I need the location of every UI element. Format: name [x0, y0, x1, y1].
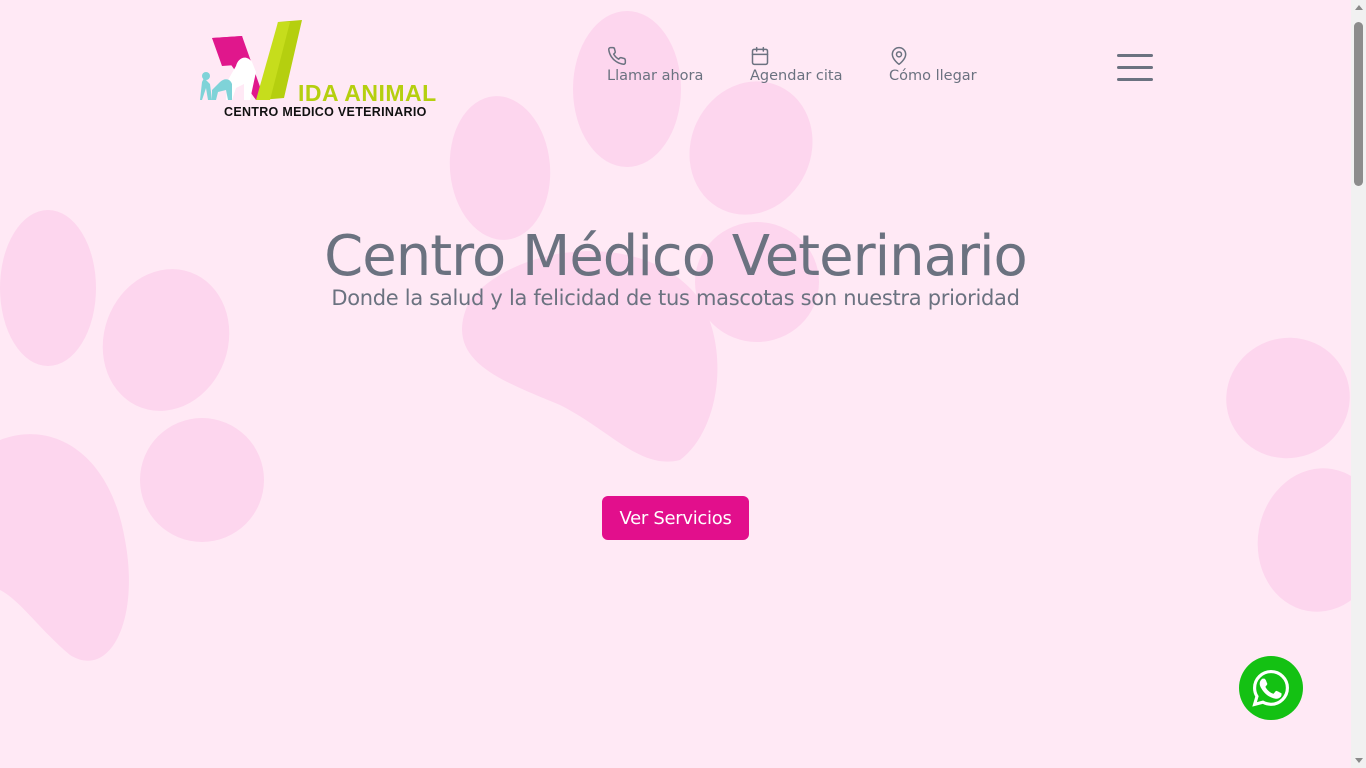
whatsapp-icon: [1252, 670, 1289, 707]
menu-line: [1117, 66, 1153, 69]
brand-subtitle: CENTRO MEDICO VETERINARIO: [224, 105, 427, 119]
nav-call-now[interactable]: Llamar ahora: [607, 46, 703, 90]
scrollbar-thumb[interactable]: [1354, 22, 1363, 186]
scroll-up-arrow-icon[interactable]: [1355, 5, 1363, 10]
site-header: IDA ANIMAL CENTRO MEDICO VETERINARIO Lla…: [0, 0, 1351, 140]
menu-line: [1117, 78, 1153, 81]
nav-schedule-appointment-label: Agendar cita: [750, 68, 843, 84]
brand-logo[interactable]: IDA ANIMAL CENTRO MEDICO VETERINARIO: [198, 18, 454, 122]
nav-directions-label: Cómo llegar: [889, 68, 977, 84]
page-scrollbar[interactable]: [1351, 0, 1366, 768]
view-services-button[interactable]: Ver Servicios: [602, 496, 749, 540]
hamburger-menu-icon[interactable]: [1117, 54, 1155, 84]
map-pin-icon: [891, 46, 907, 66]
brand-name: IDA ANIMAL: [298, 80, 437, 106]
phone-icon: [608, 46, 627, 65]
nav-directions[interactable]: Cómo llegar: [889, 46, 977, 90]
hero-title: Centro Médico Veterinario: [324, 224, 1028, 289]
menu-line: [1117, 54, 1153, 57]
scroll-down-arrow-icon[interactable]: [1355, 758, 1363, 763]
nav-call-now-label: Llamar ahora: [607, 68, 704, 84]
hero-subtitle: Donde la salud y la felicidad de tus mas…: [331, 286, 1020, 310]
hero-section: Centro Médico Veterinario Donde la salud…: [0, 220, 1351, 310]
calendar-icon: [751, 46, 769, 66]
nav-schedule-appointment[interactable]: Agendar cita: [750, 46, 842, 90]
whatsapp-button[interactable]: [1239, 656, 1303, 720]
